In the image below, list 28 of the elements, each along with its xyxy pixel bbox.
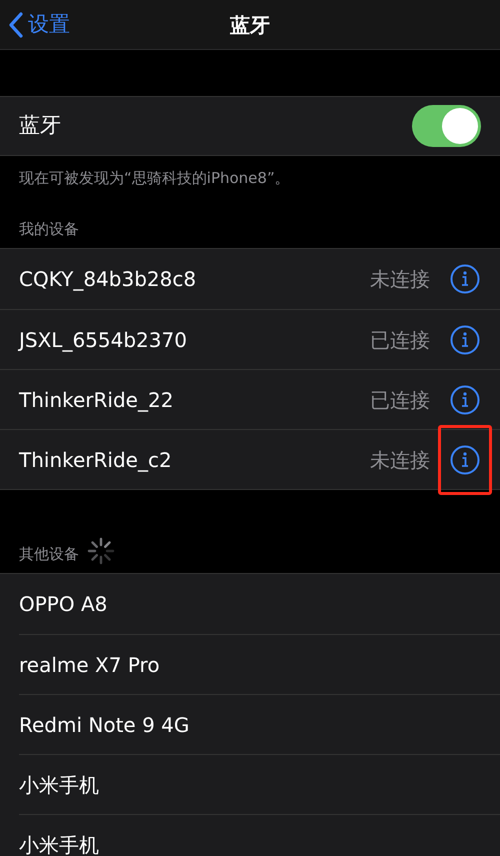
device-name[interactable]: ThinkerRide_22 (19, 384, 370, 414)
chevron-left-icon (8, 12, 24, 38)
connection-status: 已连接 (370, 386, 430, 414)
bluetooth-label: 蓝牙 (19, 112, 61, 140)
device-name[interactable]: Redmi Note 9 4G (19, 710, 190, 740)
device-name[interactable]: ThinkerRide_c2 (19, 444, 370, 474)
toggle-knob (442, 108, 478, 144)
connection-status: 未连接 (370, 266, 430, 293)
device-name[interactable]: 小米手机 (19, 770, 99, 800)
page-title: 蓝牙 (230, 12, 270, 38)
connection-status: 已连接 (370, 326, 430, 354)
device-name[interactable]: OPPO A8 (19, 589, 108, 619)
section-header: 我的设备 (19, 218, 79, 240)
discoverable-caption: 现在可被发现为“思骑科技的iPhone8”。 (19, 169, 290, 187)
section-header: 其他设备 (19, 544, 79, 564)
device-name[interactable]: CQKY_84b3b28c8 (19, 264, 370, 294)
info-icon[interactable] (450, 324, 480, 354)
device-name[interactable]: realme X7 Pro (19, 650, 160, 680)
device-name[interactable]: JSXL_6554b2370 (19, 324, 370, 354)
connection-status: 未连接 (370, 446, 430, 474)
device-name[interactable]: 小米手机 (19, 830, 99, 856)
loading-spinner-icon (87, 537, 115, 565)
info-icon[interactable] (450, 384, 480, 414)
highlight-frame[interactable] (438, 424, 492, 494)
back-button[interactable]: 设置 (0, 8, 70, 40)
info-icon[interactable] (450, 444, 480, 474)
info-icon[interactable] (450, 264, 480, 294)
bluetooth-toggle[interactable] (412, 105, 481, 147)
